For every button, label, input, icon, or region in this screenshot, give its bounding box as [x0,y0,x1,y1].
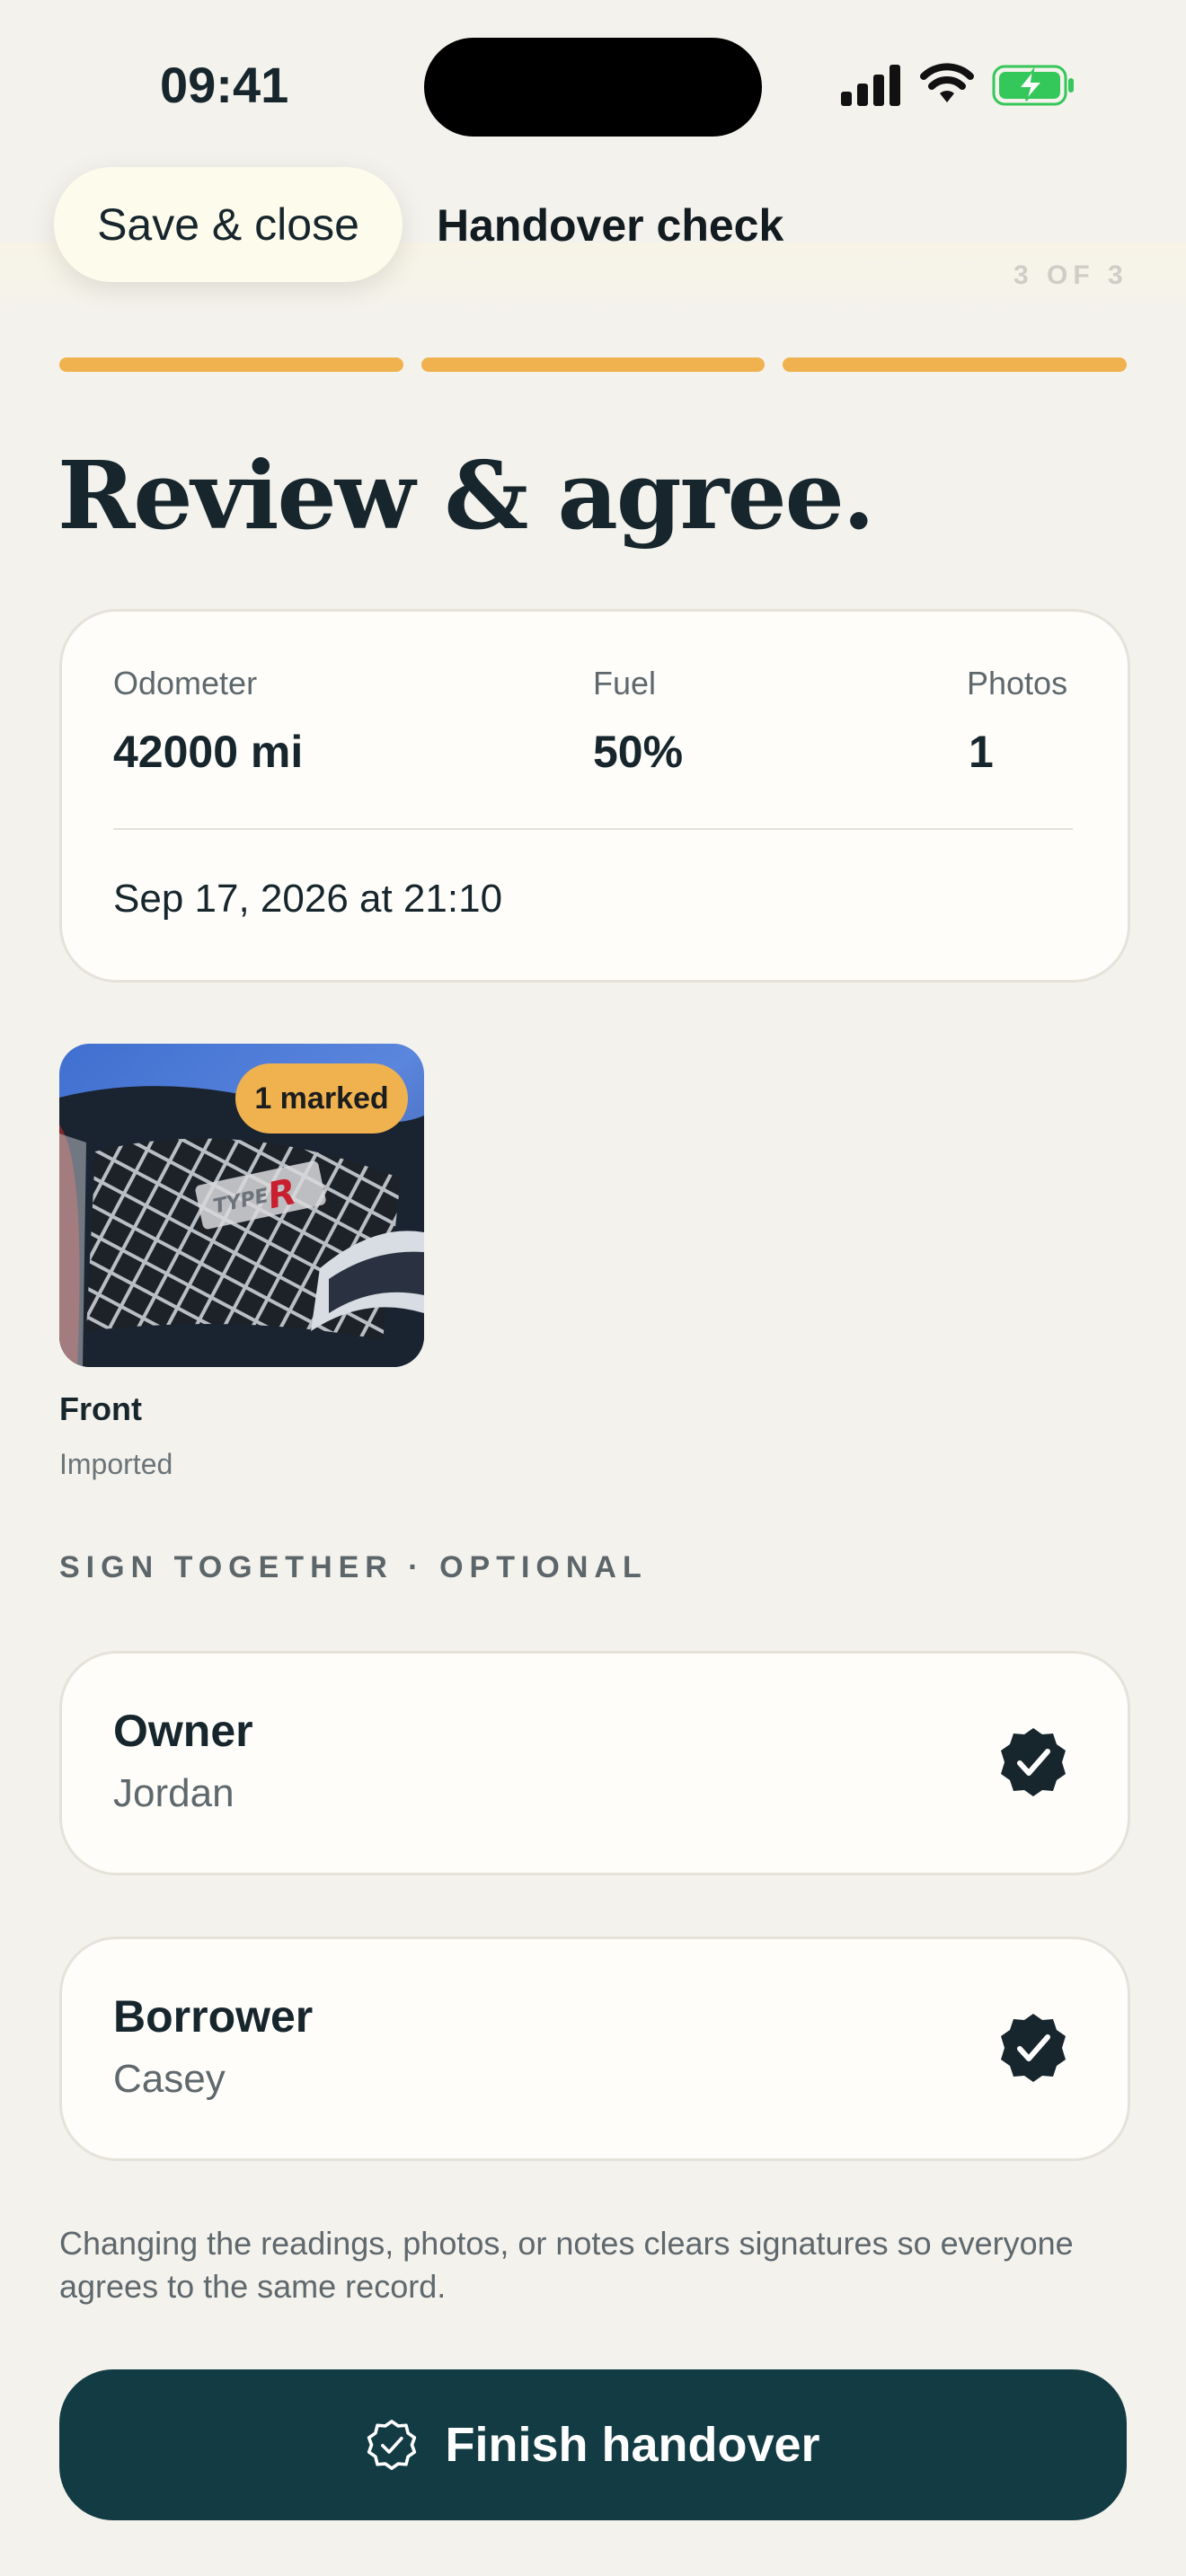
borrower-signature-card[interactable] [59,1936,1130,2161]
finish-handover-label: Finish handover [445,2418,820,2472]
step-progress-bar [59,357,1128,372]
dynamic-island [424,38,762,137]
odometer-value: 42000 mi [113,727,304,777]
finish-handover-button[interactable]: Finish handover [59,2369,1127,2520]
progress-segment [420,357,766,372]
progress-segment [783,357,1128,372]
save-close-button[interactable]: Save & close [54,167,403,282]
fuel-value: 50% [593,727,684,777]
handover-timestamp: Sep 17, 2026 at 21:10 [113,877,503,921]
header-title: Handover check [437,200,784,251]
fuel-label: Fuel [593,665,657,701]
photo-source: Imported [59,1448,173,1480]
cellular-signal-icon [841,65,900,106]
sign-section-label: SIGN TOGETHER · OPTIONAL [59,1550,648,1584]
owner-role-label: Owner [113,1706,253,1756]
battery-charging-icon [992,65,1074,106]
owner-name: Jordan [113,1771,235,1815]
signature-reset-note: Changing the readings, photos, or notes … [59,2225,1074,2305]
borrower-role-label: Borrower [113,1991,314,2042]
summary-divider [113,828,1073,830]
verified-badge-icon [1001,1728,1066,1796]
photos-count: 1 [969,727,994,777]
status-time: 09:41 [160,57,289,113]
page-title: Review & agree. [58,440,875,551]
marked-badge: 1 marked [235,1063,408,1134]
verified-badge-icon [367,2420,417,2470]
verified-badge-icon [1001,2014,1066,2082]
borrower-name: Casey [113,2057,226,2101]
photo-name: Front [59,1390,142,1427]
progress-segment [59,357,403,372]
odometer-label: Odometer [113,665,258,701]
step-indicator: 3 OF 3 [1013,260,1128,290]
wifi-icon [920,63,974,102]
photos-label: Photos [967,665,1068,701]
owner-signature-card[interactable] [59,1651,1130,1875]
